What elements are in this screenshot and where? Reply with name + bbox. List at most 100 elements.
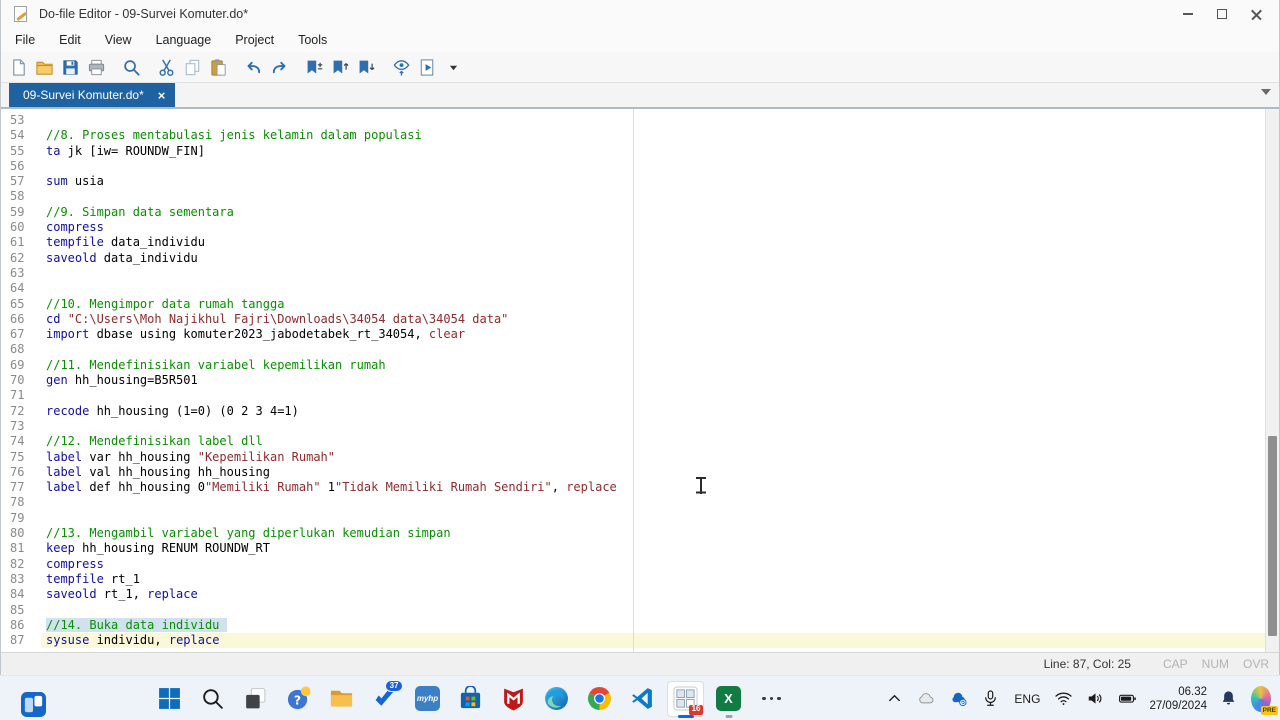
notifications-button[interactable] (1216, 679, 1241, 719)
menu-language[interactable]: Language (144, 28, 224, 52)
chrome-button[interactable] (578, 679, 621, 719)
cloud-app-button[interactable] (914, 679, 939, 719)
find-button[interactable] (118, 54, 144, 80)
vertical-scrollbar[interactable] (1265, 109, 1279, 652)
code-text: saveold rt_1, replace (46, 587, 198, 602)
copy-button[interactable] (179, 54, 205, 80)
wifi-button[interactable] (1051, 679, 1076, 719)
widgets-button[interactable] (18, 684, 48, 720)
line-number: 84 (10, 587, 25, 602)
menu-file[interactable]: File (3, 28, 47, 52)
line-number: 79 (10, 510, 25, 525)
paste-button[interactable] (205, 54, 231, 80)
myhp-button[interactable]: myhp (406, 679, 449, 719)
clock-time: 06.32 (1178, 685, 1207, 698)
line-number: 73 (10, 418, 25, 433)
previous-bookmark-button[interactable] (327, 54, 353, 80)
tab-overflow-chevron-icon[interactable] (1261, 89, 1271, 95)
restore-button[interactable] (1205, 1, 1239, 27)
wifi-icon (1055, 692, 1073, 705)
toggle-bookmark-button[interactable] (301, 54, 327, 80)
cut-button[interactable] (153, 54, 179, 80)
do-file-editor-window: Do-file Editor - 09-Survei Komuter.do* F… (0, 0, 1280, 675)
code-editor[interactable]: 53 54 //8. Proses mentabulasi jenis kelami… (1, 109, 1279, 652)
copilot-button[interactable]: PRE (1248, 685, 1278, 715)
chrome-icon (588, 687, 611, 710)
tab-do-file[interactable]: 09-Survei Komuter.do* × (9, 83, 176, 107)
excel-button[interactable]: X (707, 679, 750, 719)
stata-running-indicator (677, 714, 694, 718)
minimize-button[interactable] (1171, 1, 1205, 27)
tab-close-icon[interactable]: × (158, 89, 166, 102)
screen: Do-file Editor - 09-Survei Komuter.do* F… (0, 0, 1280, 720)
preview-button[interactable] (388, 54, 414, 80)
microsoft-store-button[interactable] (449, 679, 492, 719)
onedrive-icon (952, 692, 967, 707)
close-button[interactable] (1239, 1, 1273, 27)
menu-project[interactable]: Project (223, 28, 286, 52)
line-number: 86 (10, 617, 25, 632)
save-button[interactable] (57, 54, 83, 80)
menu-view[interactable]: View (93, 28, 144, 52)
svg-text:?: ? (294, 692, 301, 707)
myhp-icon: myhp (415, 686, 440, 711)
code-text: sysuse individu, replace (41, 633, 1265, 649)
ibeam-cursor (695, 477, 707, 495)
taskbar-search-button[interactable] (191, 679, 234, 719)
planner-app-button[interactable]: 37 (363, 679, 406, 719)
copilot-badge: PRE (1260, 705, 1278, 715)
folder-icon (330, 690, 353, 707)
undo-button[interactable] (240, 54, 266, 80)
onedrive-button[interactable] (946, 679, 971, 719)
minimize-icon (1183, 13, 1193, 15)
planner-badge: 37 (385, 679, 403, 693)
new-do-file-button[interactable] (5, 54, 31, 80)
toolbar-more-button[interactable] (440, 54, 466, 80)
excel-running-indicator (725, 714, 732, 718)
caps-lock-indicator: CAP (1162, 657, 1188, 671)
quiz-app-button[interactable]: ? (277, 679, 320, 719)
code-text: import dbase using komuter2023_jabodetab… (46, 327, 466, 342)
code-text: label val hh_housing hh_housing (46, 464, 270, 479)
print-button[interactable] (83, 54, 109, 80)
mcafee-button[interactable] (492, 679, 535, 719)
show-hidden-icons-button[interactable] (882, 679, 907, 719)
more-apps-button[interactable] (750, 679, 793, 719)
edge-button[interactable] (535, 679, 578, 719)
language-indicator[interactable]: ENG (1010, 679, 1044, 719)
stata-badge: 16 (689, 704, 703, 715)
redo-button[interactable] (266, 54, 292, 80)
clock[interactable]: 06.32 27/09/2024 (1147, 685, 1209, 713)
line-number: 61 (10, 235, 25, 250)
scissors-icon (159, 59, 173, 76)
line-number: 72 (10, 403, 25, 418)
tab-label: 09-Survei Komuter.do* (23, 88, 144, 102)
file-explorer-button[interactable] (320, 679, 363, 719)
close-icon (1251, 9, 1262, 20)
vscode-button[interactable] (621, 679, 664, 719)
windows-start-icon (159, 688, 180, 709)
excel-icon: X (716, 686, 741, 711)
chevron-up-icon (889, 694, 901, 702)
microphone-button[interactable] (978, 679, 1003, 719)
next-bookmark-button[interactable] (353, 54, 379, 80)
execute-do-button[interactable] (414, 54, 440, 80)
volume-button[interactable] (1083, 679, 1108, 719)
battery-button[interactable] (1115, 679, 1140, 719)
restore-icon (1217, 9, 1227, 19)
code-text: gen hh_housing=B5R501 (46, 373, 198, 388)
code-text: compress (46, 556, 104, 571)
stata-button[interactable]: 16 (664, 679, 707, 719)
scrollbar-thumb[interactable] (1268, 436, 1277, 636)
open-button[interactable] (31, 54, 57, 80)
task-view-button[interactable] (234, 679, 277, 719)
line-number: 54 (10, 128, 25, 143)
undo-icon (247, 61, 260, 73)
start-button[interactable] (148, 679, 191, 719)
speaker-icon (1089, 693, 1102, 704)
menu-tools[interactable]: Tools (286, 28, 339, 52)
menu-edit[interactable]: Edit (47, 28, 93, 52)
